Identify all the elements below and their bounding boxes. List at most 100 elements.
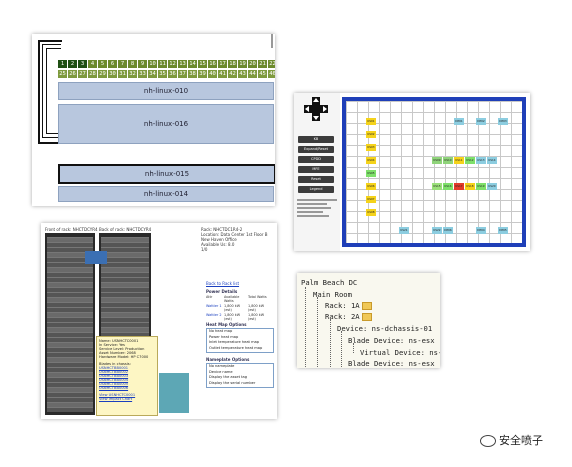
port-cell[interactable]: 33 bbox=[138, 70, 147, 78]
port-cell[interactable]: 39 bbox=[198, 70, 207, 78]
dpad-icon[interactable] bbox=[304, 97, 328, 121]
port-cell[interactable]: 7 bbox=[118, 60, 127, 68]
map-tile[interactable]: KS10 bbox=[443, 157, 453, 164]
nameplate-option[interactable]: Display the serial number bbox=[207, 381, 273, 387]
port-cell[interactable]: 25 bbox=[58, 70, 67, 78]
server-unit[interactable]: nh-linux-014 bbox=[58, 186, 274, 202]
port-cell[interactable]: 44 bbox=[248, 70, 257, 78]
map-button[interactable]: Reset bbox=[298, 176, 334, 183]
port-cell[interactable]: 28 bbox=[88, 70, 97, 78]
map-tile[interactable]: KS20 bbox=[487, 183, 497, 190]
port-cell[interactable]: 18 bbox=[228, 60, 237, 68]
port-cell[interactable]: 31 bbox=[118, 70, 127, 78]
port-cell[interactable]: 36 bbox=[168, 70, 177, 78]
map-button[interactable]: CPDD bbox=[298, 156, 334, 163]
map-tile[interactable]: DP02 bbox=[476, 118, 486, 125]
map-tile[interactable]: KS05 bbox=[366, 170, 376, 177]
map-tile[interactable]: KS15 bbox=[432, 183, 442, 190]
map-tile[interactable]: DP05 bbox=[498, 227, 508, 234]
map-tile[interactable]: KS02 bbox=[366, 131, 376, 138]
map-tile[interactable]: KS13 bbox=[476, 157, 486, 164]
map-button[interactable]: Legend bbox=[298, 186, 334, 193]
port-cell[interactable]: 26 bbox=[68, 70, 77, 78]
port-cell[interactable]: 17 bbox=[218, 60, 227, 68]
map-tile[interactable]: DP01 bbox=[454, 118, 464, 125]
tree-node-virtual[interactable]: Virtual Device: ns- bbox=[360, 348, 440, 357]
map-tile[interactable]: KS03 bbox=[366, 144, 376, 151]
port-cell[interactable]: 5 bbox=[98, 60, 107, 68]
tree-node-rack[interactable]: Rack: 1A bbox=[325, 301, 372, 310]
map-tile[interactable]: KS19 bbox=[476, 183, 486, 190]
map-tile[interactable]: DP04 bbox=[476, 227, 486, 234]
port-cell[interactable]: 45 bbox=[258, 70, 267, 78]
back-to-rack-list-link[interactable]: Back to Rack list bbox=[206, 281, 239, 286]
port-cell[interactable]: 1 bbox=[58, 60, 67, 68]
port-cell[interactable]: 41 bbox=[218, 70, 227, 78]
port-cell[interactable]: 22 bbox=[268, 60, 275, 68]
map-tile[interactable]: KS08 bbox=[366, 209, 376, 216]
server-unit[interactable]: nh-linux-010 bbox=[58, 82, 274, 100]
port-cell[interactable]: 38 bbox=[188, 70, 197, 78]
power-cell[interactable]: Wattier 2 bbox=[206, 313, 224, 321]
map-tile[interactable]: KS12 bbox=[465, 157, 475, 164]
highlighted-device[interactable] bbox=[85, 251, 107, 264]
port-cell[interactable]: 27 bbox=[78, 70, 87, 78]
tree-node-blade[interactable]: Blade Device: ns-esx bbox=[348, 336, 435, 345]
server-unit-selected[interactable]: nh-linux-015 bbox=[58, 164, 275, 184]
map-button[interactable]: KB bbox=[298, 136, 334, 143]
map-tile[interactable]: KS18 bbox=[465, 183, 475, 190]
floor-grid[interactable]: KS01 KS02 KS03 KS04 KS05 KS06 DP01 DP02 DP03 KS07… bbox=[346, 101, 522, 243]
port-cell[interactable]: 8 bbox=[128, 60, 137, 68]
map-button[interactable]: MFE bbox=[298, 166, 334, 173]
blade-link[interactable]: USNHCTBB0006 bbox=[99, 386, 155, 390]
map-button[interactable]: Expand/Reset bbox=[298, 146, 334, 153]
port-cell[interactable]: 19 bbox=[238, 60, 247, 68]
map-tile[interactable]: KS01 bbox=[366, 118, 376, 125]
port-cell[interactable]: 32 bbox=[128, 70, 137, 78]
tree-node-blade[interactable]: Blade Device: ns-esx bbox=[348, 359, 435, 368]
port-cell[interactable]: 9 bbox=[138, 60, 147, 68]
port-cell[interactable]: 11 bbox=[158, 60, 167, 68]
tree-node-rack[interactable]: Rack: 2A bbox=[325, 312, 372, 321]
port-cell[interactable]: 37 bbox=[178, 70, 187, 78]
map-tile[interactable]: DP03 bbox=[498, 118, 508, 125]
tree-node-site[interactable]: Palm Beach DC bbox=[301, 278, 357, 287]
map-tile[interactable]: KS06 bbox=[366, 183, 376, 190]
map-tile[interactable]: KS14 bbox=[487, 157, 497, 164]
map-tile[interactable]: KS04 bbox=[366, 157, 376, 164]
port-cell[interactable]: 2 bbox=[68, 60, 77, 68]
view-impact-chart-link[interactable]: View Impact Chart bbox=[99, 397, 155, 401]
port-cell[interactable]: 13 bbox=[178, 60, 187, 68]
tree-node-device[interactable]: Device: ns-dchassis-01 bbox=[337, 324, 432, 333]
port-cell[interactable]: 16 bbox=[208, 60, 217, 68]
nameplate-options-list[interactable]: No nameplate Device name Display the ass… bbox=[206, 363, 274, 388]
port-cell[interactable]: 10 bbox=[148, 60, 157, 68]
map-tile[interactable]: KS17 bbox=[454, 183, 464, 190]
map-tile[interactable]: KS21 bbox=[399, 227, 409, 234]
port-cell[interactable]: 3 bbox=[78, 60, 87, 68]
tree-node-room[interactable]: Main Room bbox=[313, 290, 352, 299]
heatmap-options-list[interactable]: No heat map Power heat map Inlet tempera… bbox=[206, 328, 274, 353]
map-tile[interactable]: KS09 bbox=[432, 157, 442, 164]
port-cell[interactable]: 21 bbox=[258, 60, 267, 68]
port-cell[interactable]: 4 bbox=[88, 60, 97, 68]
port-cell[interactable]: 12 bbox=[168, 60, 177, 68]
power-cell[interactable]: Wattier 1 bbox=[206, 304, 224, 312]
map-tile[interactable]: KS22 bbox=[432, 227, 442, 234]
map-tile[interactable]: KS16 bbox=[443, 183, 453, 190]
map-tile[interactable]: DP06 bbox=[443, 227, 453, 234]
port-cell[interactable]: 42 bbox=[228, 70, 237, 78]
map-tile[interactable]: KS11 bbox=[454, 157, 464, 164]
port-cell[interactable]: 15 bbox=[198, 60, 207, 68]
port-cell[interactable]: 14 bbox=[188, 60, 197, 68]
heatmap-option[interactable]: Outlet temperature heat map bbox=[207, 346, 273, 352]
port-cell[interactable]: 43 bbox=[238, 70, 247, 78]
port-cell[interactable]: 34 bbox=[148, 70, 157, 78]
port-cell[interactable]: 35 bbox=[158, 70, 167, 78]
port-cell[interactable]: 6 bbox=[108, 60, 117, 68]
port-cell[interactable]: 29 bbox=[98, 70, 107, 78]
port-cell[interactable]: 40 bbox=[208, 70, 217, 78]
map-tile[interactable]: KS07 bbox=[366, 196, 376, 203]
server-unit[interactable]: nh-linux-016 bbox=[58, 104, 274, 144]
port-cell[interactable]: 20 bbox=[248, 60, 257, 68]
